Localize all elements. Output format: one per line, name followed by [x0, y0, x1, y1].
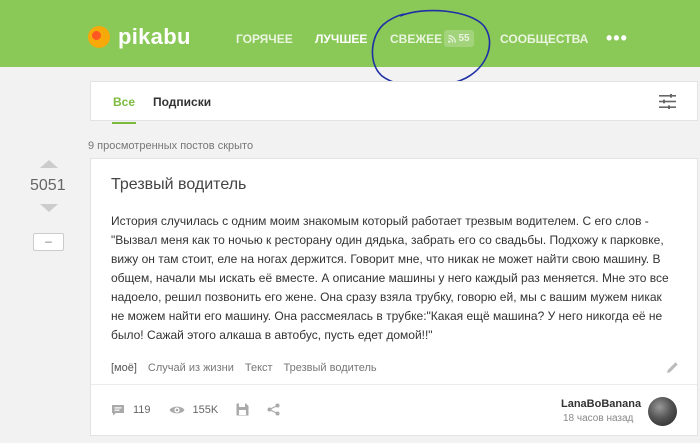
tag-text[interactable]: Текст: [245, 362, 273, 374]
edit-pencil-icon[interactable]: [666, 361, 679, 374]
post-body: История случилась с одним моим знакомым …: [111, 214, 669, 342]
views-counter: 155K: [169, 403, 219, 416]
comments-count: 119: [133, 403, 151, 416]
nav-communities[interactable]: СООБЩЕСТВА: [500, 32, 588, 46]
post-rating: 5051: [30, 177, 66, 194]
logo-text: pikabu: [118, 24, 191, 49]
post-time: 18 часов назад: [563, 413, 634, 424]
post-tags: [моё] Случай из жизни Текст Трезвый води…: [111, 362, 377, 374]
post-footer: 119 155K: [111, 403, 280, 416]
eye-icon: [169, 406, 185, 413]
comments-counter[interactable]: 119: [111, 404, 151, 416]
save-icon[interactable]: [236, 403, 249, 416]
author-name[interactable]: LanaBoBanana: [561, 398, 641, 410]
tag-sober-driver[interactable]: Трезвый водитель: [284, 362, 377, 374]
hide-post-button[interactable]: –: [33, 233, 64, 251]
nav-hot[interactable]: ГОРЯЧЕЕ: [236, 32, 293, 46]
hidden-posts-note[interactable]: 9 просмотренных постов скрыто: [88, 140, 253, 152]
views-count: 155K: [192, 403, 219, 416]
filter-settings-icon[interactable]: [659, 94, 676, 109]
top-navigation-bar: pikabu ГОРЯЧЕЕ ЛУЧШЕЕ СВЕЖЕЕ 55 СООБЩЕСТ…: [0, 0, 700, 67]
nav-best[interactable]: ЛУЧШЕЕ: [315, 32, 367, 46]
post-card: Трезвый водитель История случилась с одн…: [90, 158, 698, 436]
tag-life-story[interactable]: Случай из жизни: [148, 362, 234, 374]
hand-drawn-circle-annotation: [371, 9, 491, 88]
post-title[interactable]: Трезвый водитель: [111, 176, 246, 194]
more-menu-icon[interactable]: •••: [606, 28, 628, 49]
upvote-arrow-icon[interactable]: [40, 160, 58, 168]
author-avatar[interactable]: [648, 397, 677, 426]
downvote-arrow-icon[interactable]: [40, 204, 58, 212]
tab-all[interactable]: Все: [111, 95, 137, 124]
post-divider: [91, 384, 697, 385]
pikabu-logo-icon: [88, 26, 110, 48]
tag-mine[interactable]: [моё]: [111, 362, 137, 374]
pikabu-logo[interactable]: pikabu: [88, 24, 191, 50]
comment-icon: [112, 404, 124, 415]
feed-tabs: Все Подписки: [90, 81, 698, 124]
tab-subscriptions[interactable]: Подписки: [153, 95, 211, 109]
share-icon[interactable]: [267, 403, 280, 416]
